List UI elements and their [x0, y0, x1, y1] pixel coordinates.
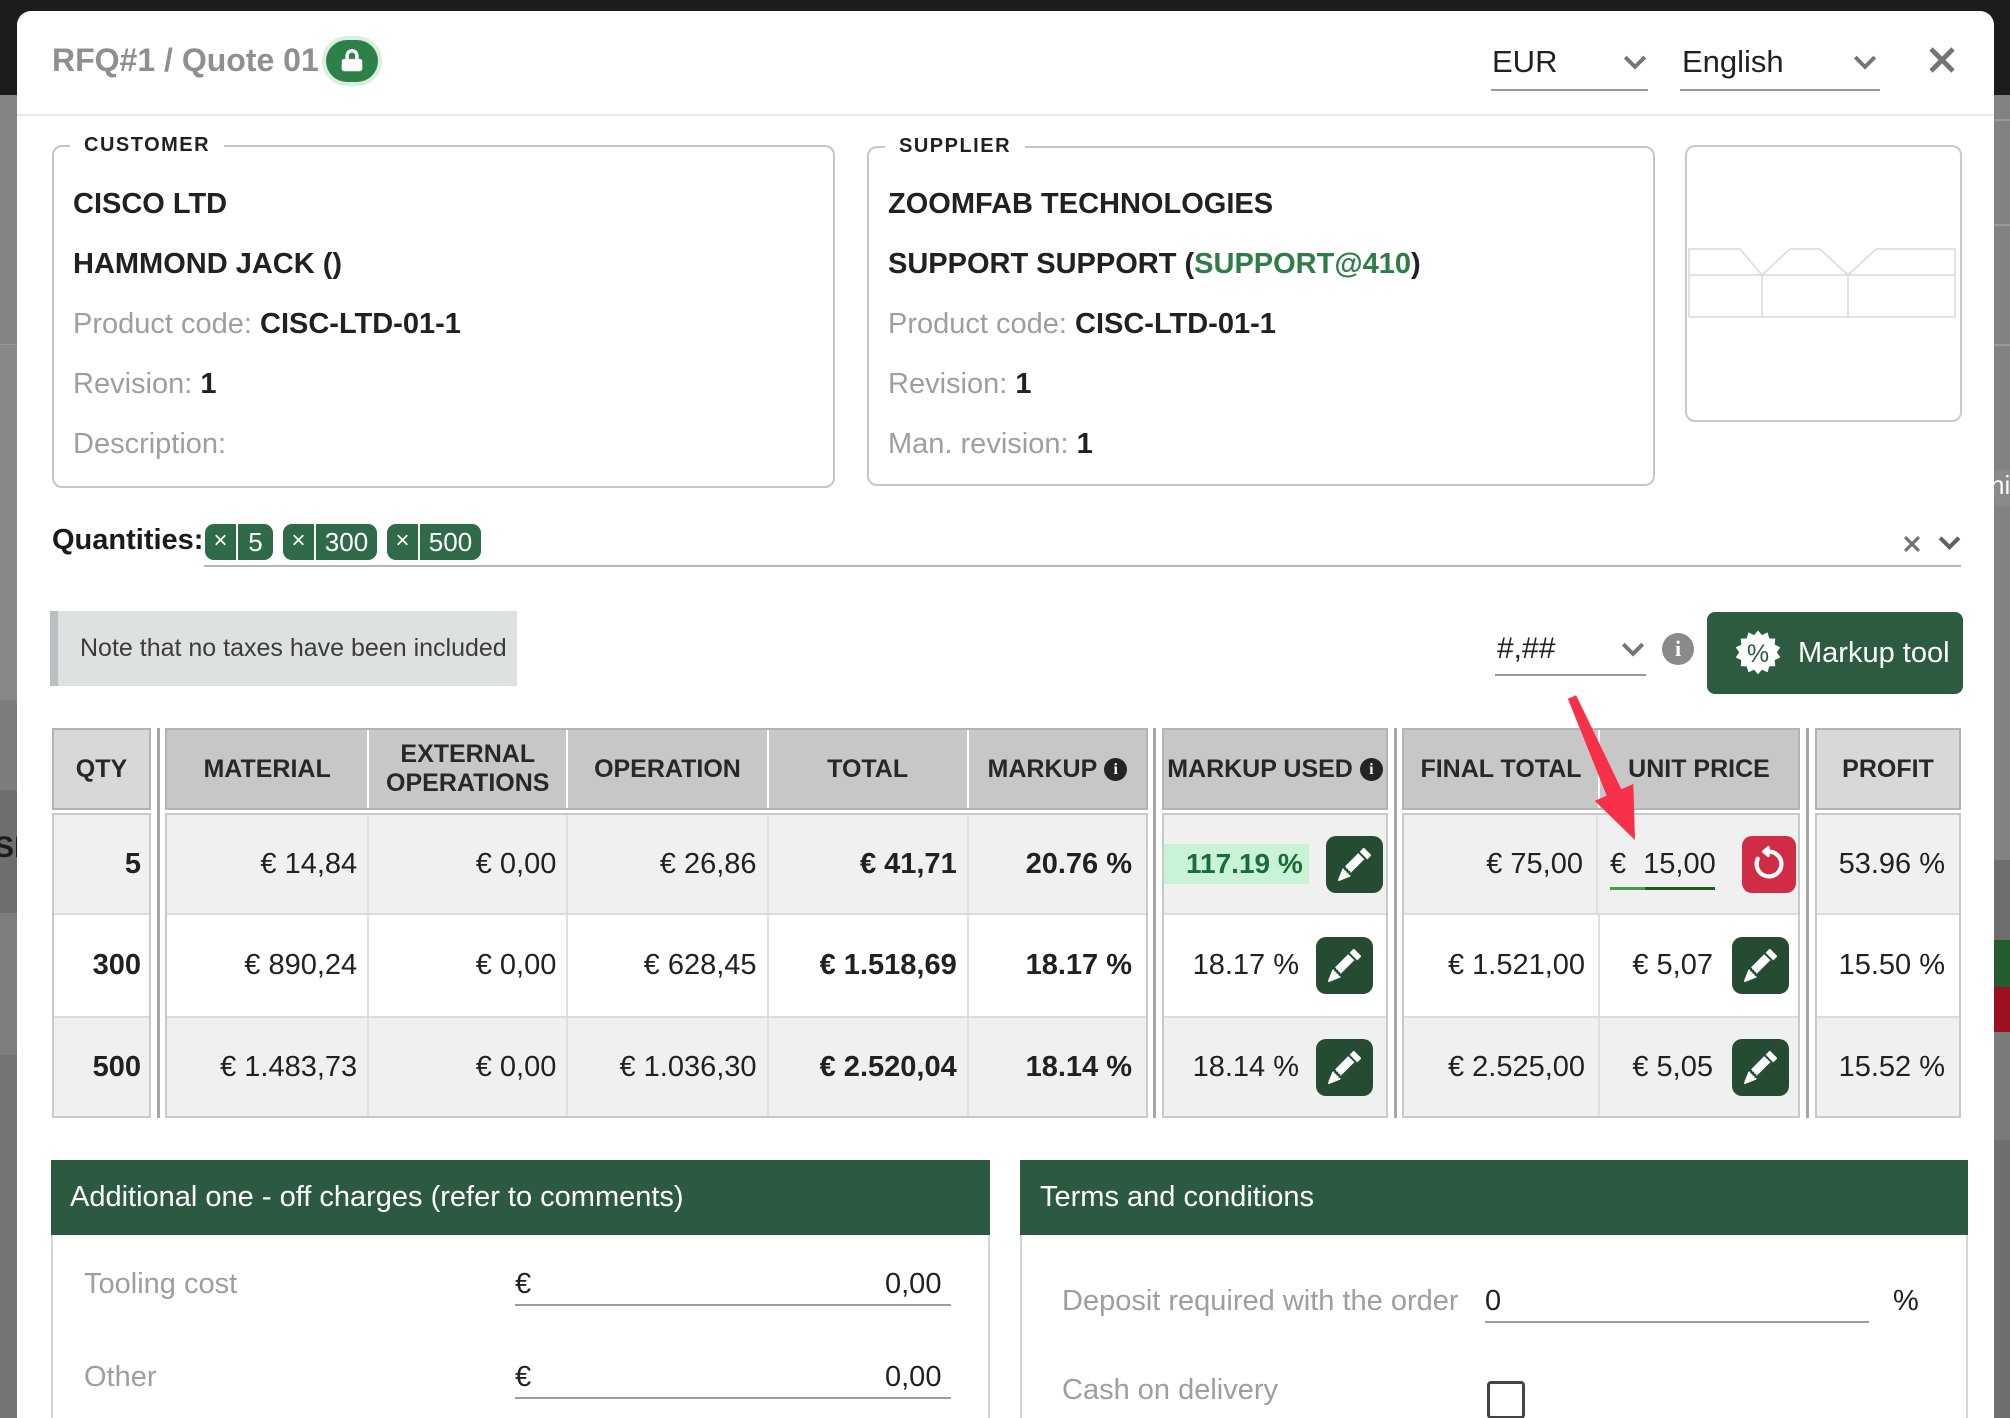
- svg-text:%: %: [1747, 640, 1769, 668]
